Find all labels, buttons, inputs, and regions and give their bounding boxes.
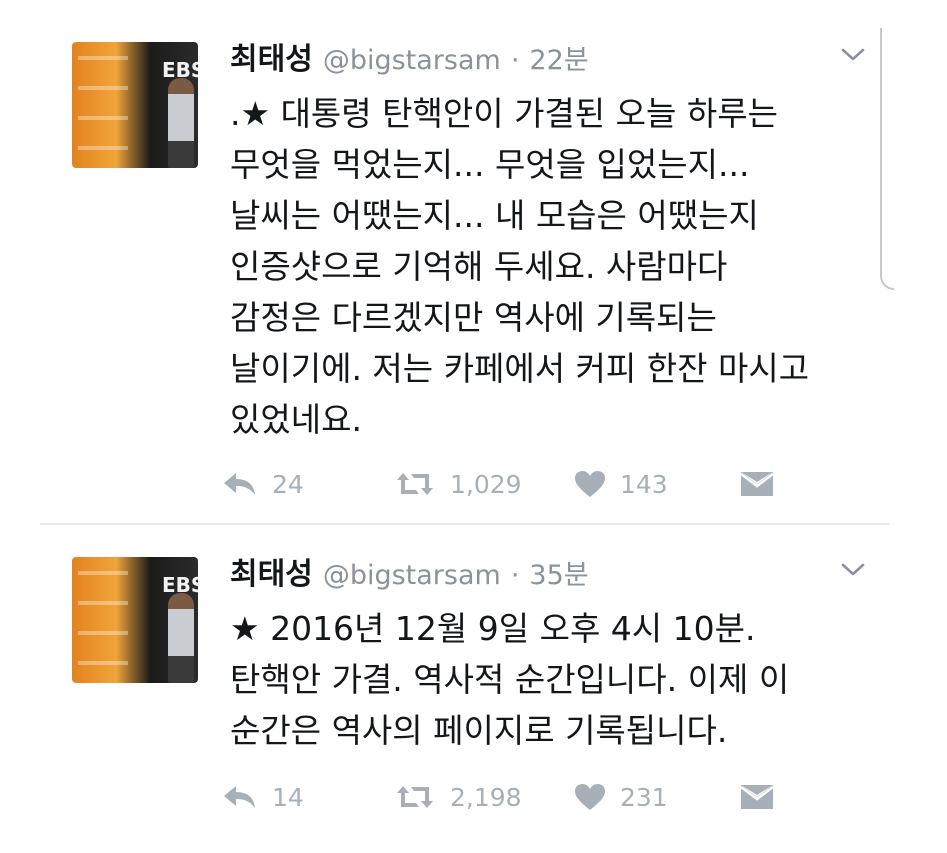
timestamp[interactable]: 22분	[529, 38, 588, 77]
like-button[interactable]: 143	[574, 464, 668, 504]
avatar-stripe	[78, 661, 128, 665]
avatar[interactable]: EBS	[72, 557, 198, 683]
tweet-text: ★ 2016년 12월 9일 오후 4시 10분. 탄핵안 가결. 역사적 순간…	[230, 609, 790, 750]
user-handle[interactable]: @bigstarsam	[323, 560, 501, 591]
avatar[interactable]: EBS	[72, 42, 198, 168]
avatar-stripe	[78, 571, 128, 575]
tweet-header: 최태성 @bigstarsam · 35분	[230, 549, 589, 595]
reply-icon	[224, 473, 255, 495]
retweet-count: 1,029	[450, 469, 522, 499]
tweet-text: .★ 대통령 탄핵안이 가결된 오늘 하루는 무엇을 먹었는지... 무엇을 입…	[230, 94, 810, 439]
chevron-down-icon[interactable]	[838, 559, 868, 579]
display-name[interactable]: 최태성	[230, 549, 313, 593]
avatar-stripe	[78, 631, 128, 635]
user-handle[interactable]: @bigstarsam	[323, 45, 501, 76]
like-button[interactable]: 231	[574, 777, 668, 817]
direct-message-button[interactable]	[740, 777, 774, 817]
heart-icon	[575, 471, 605, 497]
reply-button[interactable]: 24	[222, 464, 304, 504]
avatar-stripe	[78, 56, 128, 60]
tweet-divider	[40, 523, 890, 525]
retweet-button[interactable]: 1,029	[394, 464, 522, 504]
separator: ·	[510, 560, 520, 591]
reply-count: 24	[272, 469, 304, 499]
envelope-icon	[740, 472, 774, 496]
avatar-stripe	[78, 86, 128, 90]
display-name[interactable]: 최태성	[230, 34, 313, 78]
heart-icon	[575, 784, 605, 810]
like-count: 231	[620, 782, 668, 812]
like-count: 143	[620, 469, 668, 499]
reply-count: 14	[272, 782, 304, 812]
direct-message-button[interactable]	[740, 464, 774, 504]
tweet-header: 최태성 @bigstarsam · 22분	[230, 34, 589, 80]
retweet-icon	[397, 473, 433, 495]
reply-button[interactable]: 14	[222, 777, 304, 817]
retweet-count: 2,198	[450, 782, 522, 812]
avatar-person	[168, 78, 194, 168]
avatar-person	[168, 593, 194, 683]
envelope-icon	[740, 785, 774, 809]
separator: ·	[510, 45, 520, 76]
avatar-stripe	[78, 116, 128, 120]
tweet-actions: 14 2,198 231	[222, 777, 822, 817]
avatar-stripe	[78, 146, 128, 150]
tweet-actions: 24 1,029 143	[222, 464, 822, 504]
retweet-icon	[397, 786, 433, 808]
avatar-stripe	[78, 601, 128, 605]
timestamp[interactable]: 35분	[529, 553, 588, 592]
reply-icon	[224, 786, 255, 808]
tweet: EBS 최태성 @bigstarsam · 22분 .★ 대통령 탄핵안이 가결…	[0, 34, 947, 514]
chevron-down-icon[interactable]	[838, 44, 868, 64]
tweet: EBS 최태성 @bigstarsam · 35분 ★ 2016년 12월 9일…	[0, 549, 947, 839]
retweet-button[interactable]: 2,198	[394, 777, 522, 817]
